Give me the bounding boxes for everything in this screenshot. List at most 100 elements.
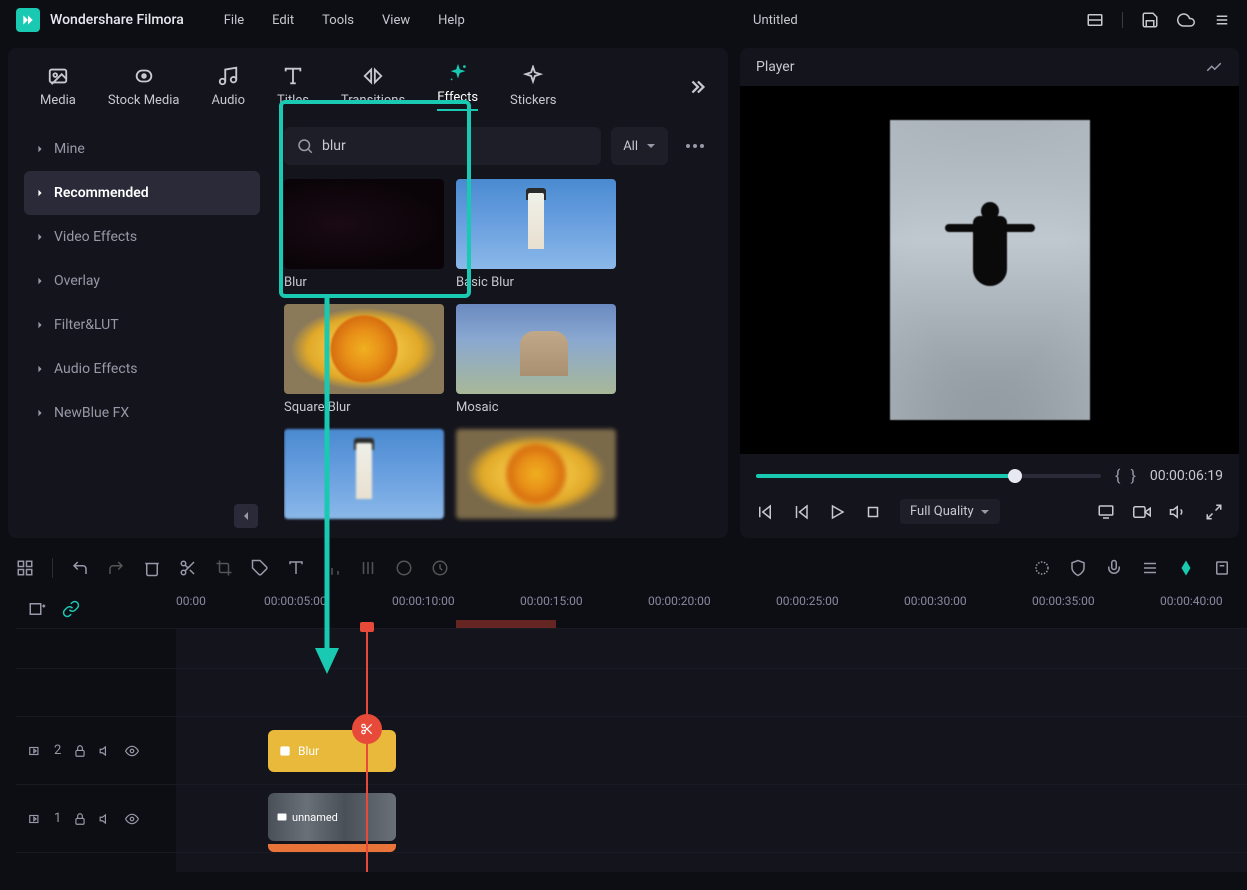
quality-dropdown[interactable]: Full Quality: [900, 499, 1000, 524]
library-tabs: Media Stock Media Audio Titles Transitio…: [8, 48, 728, 119]
track-body[interactable]: Blur: [176, 717, 1247, 784]
color-icon[interactable]: [395, 559, 413, 577]
mic-icon[interactable]: [1105, 559, 1123, 577]
menu-help[interactable]: Help: [438, 13, 465, 28]
tag-icon[interactable]: [251, 559, 269, 577]
mute-icon[interactable]: [99, 744, 113, 758]
cloud-icon[interactable]: [1177, 11, 1195, 29]
filter-dropdown[interactable]: All: [611, 127, 668, 165]
step-back-icon[interactable]: [792, 503, 810, 521]
effect-card-square-blur[interactable]: Square Blur: [284, 304, 444, 415]
audio-mixer-icon[interactable]: [1141, 559, 1159, 577]
speed-icon[interactable]: [431, 559, 449, 577]
chevron-right-icon: [36, 189, 44, 197]
delete-icon[interactable]: [143, 559, 161, 577]
playhead-cut-button[interactable]: [352, 714, 382, 744]
render-icon[interactable]: [1033, 559, 1051, 577]
shield-icon[interactable]: [1069, 559, 1087, 577]
chevron-down-icon: [980, 507, 990, 517]
volume-icon[interactable]: [1169, 503, 1187, 521]
menu-view[interactable]: View: [382, 13, 410, 28]
effect-thumbnail: [456, 304, 616, 394]
player-progress[interactable]: [756, 474, 1101, 478]
effects-grid: Blur Basic Blur Square Blur Mosaic: [284, 179, 712, 525]
chevron-right-icon: [36, 145, 44, 153]
player-title: Player: [756, 59, 794, 75]
sidebar-item-filter-lut[interactable]: Filter&LUT: [24, 303, 260, 347]
eye-icon[interactable]: [125, 812, 139, 826]
track-1: 1 unnamed: [16, 784, 1247, 852]
chevron-right-icon: [36, 233, 44, 241]
keyframe-icon[interactable]: [1177, 559, 1195, 577]
effect-thumbnail: [284, 429, 444, 519]
app-logo: [16, 8, 40, 32]
effect-card-mosaic[interactable]: Mosaic: [456, 304, 616, 415]
video-track-icon: [28, 812, 42, 826]
stop-icon[interactable]: [864, 503, 882, 521]
hamburger-icon[interactable]: [1213, 11, 1231, 29]
image-clip-icon: [276, 811, 288, 823]
lock-icon[interactable]: [73, 744, 87, 758]
more-options-button[interactable]: [678, 144, 712, 148]
crop-icon[interactable]: [215, 559, 233, 577]
marker-icon[interactable]: [1213, 559, 1231, 577]
clip-video[interactable]: unnamed: [268, 793, 396, 841]
adjust-icon[interactable]: [323, 559, 341, 577]
tab-audio[interactable]: Audio: [200, 65, 257, 108]
tab-stock-media[interactable]: Stock Media: [96, 65, 192, 108]
tab-media[interactable]: Media: [28, 65, 88, 108]
layout-icon[interactable]: [1086, 11, 1104, 29]
mute-icon[interactable]: [99, 812, 113, 826]
sidebar-item-newblue-fx[interactable]: NewBlue FX: [24, 391, 260, 435]
monitor-icon[interactable]: [1097, 503, 1115, 521]
chevron-right-icon: [36, 409, 44, 417]
link-icon[interactable]: [62, 600, 80, 618]
effect-card[interactable]: [284, 429, 444, 525]
timeline-ruler[interactable]: 00:00 00:00:05:00 00:00:10:00 00:00:15:0…: [176, 590, 1247, 628]
tab-titles[interactable]: Titles: [265, 65, 321, 108]
menu-tools[interactable]: Tools: [322, 13, 354, 28]
search-input[interactable]: [322, 138, 589, 154]
tab-transitions[interactable]: Transitions: [329, 65, 417, 108]
effect-card-blur[interactable]: Blur: [284, 179, 444, 290]
eye-icon[interactable]: [125, 744, 139, 758]
tab-stickers[interactable]: Stickers: [498, 65, 568, 108]
playhead[interactable]: [366, 628, 368, 872]
equalizer-icon[interactable]: [359, 559, 377, 577]
sidebar-collapse-button[interactable]: [234, 504, 258, 528]
mark-out-button[interactable]: }: [1130, 466, 1135, 485]
apps-icon[interactable]: [16, 559, 34, 577]
titlebar: Wondershare Filmora File Edit Tools View…: [0, 0, 1247, 40]
chart-icon[interactable]: [1205, 58, 1223, 76]
prev-frame-icon[interactable]: [756, 503, 774, 521]
effect-card[interactable]: [456, 429, 616, 525]
search-box[interactable]: [284, 127, 601, 165]
menu-file[interactable]: File: [224, 13, 244, 28]
effect-card-basic-blur[interactable]: Basic Blur: [456, 179, 616, 290]
camera-icon[interactable]: [1133, 503, 1151, 521]
tabs-more-icon[interactable]: [686, 76, 708, 98]
redo-icon[interactable]: [107, 559, 125, 577]
tab-effects[interactable]: Effects: [425, 62, 490, 111]
track-body[interactable]: unnamed: [176, 785, 1247, 852]
fullscreen-icon[interactable]: [1205, 503, 1223, 521]
sidebar-item-mine[interactable]: Mine: [24, 127, 260, 171]
text-icon[interactable]: [287, 559, 305, 577]
save-icon[interactable]: [1141, 11, 1159, 29]
undo-icon[interactable]: [71, 559, 89, 577]
project-title: Untitled: [465, 13, 1086, 28]
library-panel: Media Stock Media Audio Titles Transitio…: [8, 48, 728, 538]
sidebar-item-overlay[interactable]: Overlay: [24, 259, 260, 303]
add-track-icon[interactable]: [28, 600, 46, 618]
mark-in-button[interactable]: {: [1115, 466, 1120, 485]
app-name: Wondershare Filmora: [50, 12, 184, 28]
player-viewport[interactable]: [740, 86, 1239, 454]
sidebar-item-recommended[interactable]: Recommended: [24, 171, 260, 215]
progress-handle[interactable]: [1008, 469, 1022, 483]
menu-edit[interactable]: Edit: [272, 13, 294, 28]
lock-icon[interactable]: [73, 812, 87, 826]
cut-icon[interactable]: [179, 559, 197, 577]
sidebar-item-audio-effects[interactable]: Audio Effects: [24, 347, 260, 391]
sidebar-item-video-effects[interactable]: Video Effects: [24, 215, 260, 259]
play-icon[interactable]: [828, 503, 846, 521]
